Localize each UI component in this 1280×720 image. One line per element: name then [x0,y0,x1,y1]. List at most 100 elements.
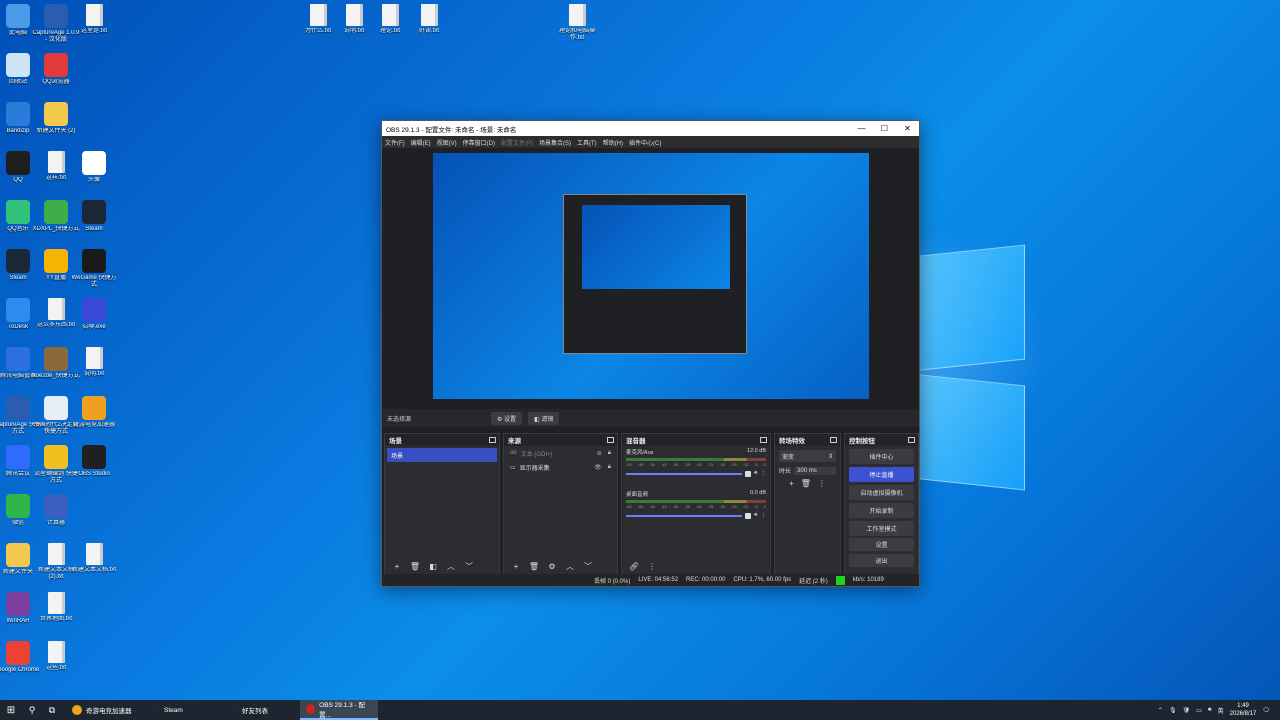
remove-transition-button[interactable]: 🗑 [801,479,811,488]
desktop-icon[interactable]: 世界地图.txt [32,592,80,623]
plugin-center-button[interactable]: 插件中心 [849,449,914,464]
menu-item[interactable]: 停靠窗口(D) [463,138,495,147]
speaker-icon[interactable]: 🔊︎ [754,470,757,477]
lock-icon[interactable]: 🔒︎ [608,464,611,471]
text-source-icon: ab [510,450,517,456]
remove-source-button[interactable]: 🗑 [527,562,541,571]
desktop-icon[interactable]: WeGame 快捷方式 [70,249,118,289]
menu-item[interactable]: 帮助(H) [603,138,623,147]
stop-streaming-button[interactable]: 停止直播 [849,467,914,482]
add-source-button[interactable]: + [509,562,523,571]
show-hidden-icons[interactable]: ⌃ [1158,707,1163,714]
transition-select[interactable]: 渐变 ⇕ [779,450,836,462]
desktop-icon[interactable]: 奇游电竞加速器 [70,396,118,429]
taskbar-app[interactable]: 奇游电竞加速器 [66,700,144,720]
source-settings-button[interactable]: ⚙ [545,562,559,571]
studio-mode-button[interactable]: 工作室模式 [849,521,914,536]
settings-button[interactable]: 设置 [849,538,914,551]
desktop-icon[interactable]: Steam [70,200,118,233]
eye-icon[interactable]: 👁︎ [594,464,602,471]
start-button[interactable]: ⊞ [0,705,22,716]
start-virtual-camera-button[interactable]: 启动虚拟摄像机 [849,485,914,500]
transitions-dock-title: 转场特效 [779,438,805,445]
dock-popout-icon[interactable] [607,437,614,443]
speaker-icon[interactable]: 🔊︎ [754,512,757,519]
microphone-icon[interactable]: 🎙︎ [1169,707,1177,714]
duration-input[interactable]: 300 ms [794,466,836,475]
desktop-icon[interactable]: 新建文件夹 (2) [32,102,80,135]
move-up-button[interactable]: ︿ [563,561,577,572]
meter-tick: -60 [626,462,632,467]
desktop-file-icon[interactable]: 好读.txt [405,4,453,35]
menu-item[interactable]: 文件(F) [385,138,405,147]
desktop-icon[interactable]: 新建文本文档.txt [70,543,118,574]
exit-button[interactable]: 退出 [849,554,914,567]
hidden-eye-icon[interactable]: ⊘ [597,450,602,457]
channel-menu-button[interactable]: ⋮ [761,471,767,477]
nested-preview-window [563,194,747,354]
volume-icon[interactable]: 🔊︎ [1208,707,1212,714]
desktop-icon[interactable]: 头像 [70,151,118,184]
dock-popout-icon[interactable] [908,437,915,443]
volume-slider[interactable] [626,472,743,475]
source-label: 文本 (GDI+) [520,451,553,458]
channel-menu-button[interactable]: ⋮ [761,513,767,519]
add-transition-button[interactable]: + [789,479,794,488]
remove-scene-button[interactable]: 🗑 [408,562,422,571]
obs-title-bar[interactable]: OBS 29.1.3 - 配置文件: 未命名 - 场景: 未命名 — ☐ ✕ [382,121,919,136]
transition-menu-button[interactable]: ⋮ [818,479,826,488]
filters-button[interactable]: ◧ 滤镜 [528,411,560,425]
lock-icon[interactable]: 🔒︎ [608,450,611,457]
obs-window[interactable]: OBS 29.1.3 - 配置文件: 未命名 - 场景: 未命名 — ☐ ✕ 文… [381,120,920,587]
taskbar-app[interactable]: 好友列表 [222,700,300,720]
dock-popout-icon[interactable] [760,437,767,443]
desktop-icon[interactable]: 这些.txt [32,641,80,672]
taskbar-app[interactable]: OBS 29.1.3 - 配置... [300,700,378,720]
scene-filters-button[interactable]: ◧ [426,562,440,571]
app-icon [6,151,30,175]
desktop-icon[interactable]: QQ浏览器 [32,53,80,86]
menu-item[interactable]: 插件中心(C) [629,138,661,147]
source-item-text[interactable]: ab 文本 (GDI+) ⊘ 🔒︎ [504,446,617,460]
volume-slider-handle[interactable] [745,512,752,519]
meter-tick: -40 [672,462,679,467]
close-button[interactable]: ✕ [896,124,919,133]
menu-item[interactable]: 编辑(E) [411,138,431,147]
menu-item[interactable]: 工具(T) [577,138,597,147]
volume-slider[interactable] [626,514,743,517]
menu-item[interactable]: 场景集合(S) [539,138,571,147]
task-view-icon[interactable]: ⧉ [42,705,62,716]
notification-icon[interactable]: 🗨︎ [1262,707,1270,714]
source-item-display[interactable]: ▭ 显示器采集 👁︎ 🔒︎ [504,460,617,474]
ime-indicator[interactable]: 英 [1218,706,1224,715]
app-icon [228,705,238,715]
menu-item[interactable]: 视图(V) [437,138,457,147]
clock[interactable]: 1:49 2026/8/17 [1230,702,1257,718]
security-icon[interactable]: 🛡︎ [1183,707,1191,714]
desktop-icon[interactable]: 计算器 [32,494,80,527]
network-icon[interactable]: ▭ [1196,707,1202,714]
desktop-icon[interactable]: 说明.txt [70,347,118,378]
start-recording-button[interactable]: 开始录制 [849,503,914,518]
minimize-button[interactable]: — [850,124,873,133]
audio-settings-button[interactable]: 🔗︎ [627,562,641,571]
desktop-icon[interactable]: 召唤.exe [70,298,118,331]
desktop-icon[interactable]: 这里是.txt [70,4,118,35]
desktop-file-icon[interactable]: 理论和电脑操作.txt [553,4,601,42]
dock-popout-icon[interactable] [830,437,837,443]
maximize-button[interactable]: ☐ [873,124,896,133]
volume-slider-handle[interactable] [745,470,752,477]
desktop-icon[interactable]: OBS Studio [70,445,118,478]
move-up-button[interactable]: ︿ [444,561,458,572]
taskbar-app[interactable]: Steam [144,700,222,720]
mixer-menu-button[interactable]: ⋮ [645,562,659,571]
add-scene-button[interactable]: + [390,562,404,571]
properties-button[interactable]: ⚙ 设置 [491,411,523,425]
move-down-button[interactable]: ﹀ [581,561,595,572]
move-down-button[interactable]: ﹀ [462,561,476,572]
dock-popout-icon[interactable] [489,437,496,443]
cpu-fps: CPU: 1.7%, 60.00 fps [733,577,792,583]
search-icon[interactable]: ⚲ [22,705,42,716]
preview-canvas[interactable] [433,153,869,399]
scene-item[interactable]: 场景 [387,448,497,462]
